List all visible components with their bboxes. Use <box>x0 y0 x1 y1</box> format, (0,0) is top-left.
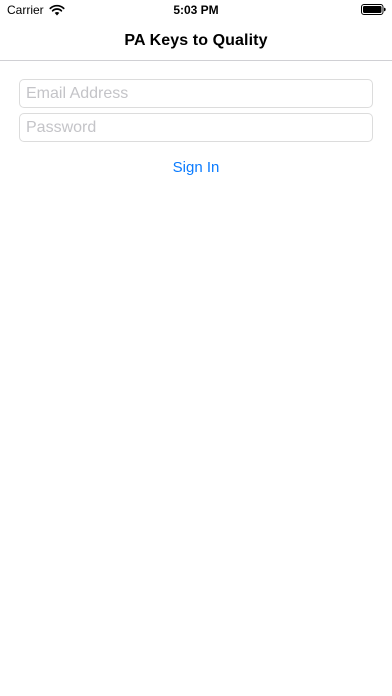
page-title: PA Keys to Quality <box>124 32 268 49</box>
password-field[interactable] <box>19 113 373 142</box>
sign-in-button[interactable]: Sign In <box>0 158 392 178</box>
login-screen: Carrier 5:03 PM PA Keys to Quality Sign … <box>0 0 392 696</box>
status-bar: Carrier 5:03 PM <box>0 0 392 20</box>
email-field[interactable] <box>19 79 373 108</box>
battery-icon <box>361 4 386 15</box>
navigation-bar: PA Keys to Quality <box>0 20 392 61</box>
status-time: 5:03 PM <box>173 3 219 17</box>
